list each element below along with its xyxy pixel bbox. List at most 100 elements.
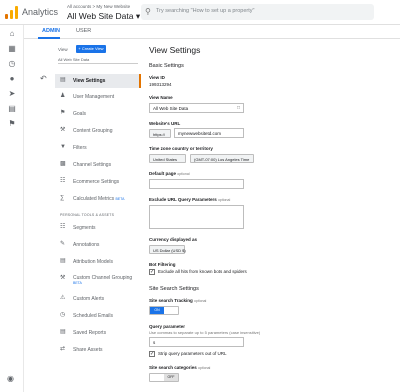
- nav-item-custom-alerts[interactable]: ⚠ Custom Alerts: [55, 292, 141, 306]
- clock-icon: ◷: [60, 312, 66, 318]
- nav-item-filters[interactable]: ▼ Filters: [55, 141, 141, 155]
- breadcrumb[interactable]: All accounts > My New Website: [67, 4, 130, 9]
- query-parameter-input[interactable]: s: [149, 337, 244, 347]
- view-name-input[interactable]: All Web Site Data □: [149, 103, 244, 113]
- nav-label: Filters: [73, 145, 87, 151]
- optional-tag: optional: [217, 198, 231, 202]
- protocol-select[interactable]: https://: [149, 129, 171, 138]
- site-search-tracking-text: Site search Tracking: [149, 298, 193, 303]
- segments-icon: ☷: [60, 224, 66, 230]
- nav-item-share-assets[interactable]: ⇄ Share Assets: [55, 343, 141, 357]
- country-select[interactable]: United States: [149, 154, 186, 163]
- website-url-label: Website's URL: [149, 121, 181, 126]
- bars-icon: ▤: [60, 258, 66, 264]
- flag-icon: ⚑: [60, 110, 66, 116]
- tools-icon: ⚒: [60, 127, 66, 133]
- create-view-button[interactable]: + Create View: [76, 45, 106, 53]
- optional-tag: optional: [177, 172, 190, 176]
- currency-value: US Dollar (USD $): [153, 248, 186, 253]
- nav-item-content-grouping[interactable]: ⚒ Content Grouping: [55, 124, 141, 138]
- optional-tag: optional: [198, 366, 211, 370]
- site-search-heading: Site Search Settings: [149, 286, 199, 292]
- active-tab-indicator: [38, 37, 60, 39]
- nav-item-saved-reports[interactable]: ▤ Saved Reports: [55, 326, 141, 340]
- nav-label: Custom Alerts: [73, 296, 105, 302]
- strip-params-checkbox[interactable]: ✓: [149, 351, 155, 357]
- nav-item-attribution-models[interactable]: ▤ Attribution Models: [55, 255, 141, 269]
- default-page-label: Default page optional: [149, 171, 190, 176]
- realtime-icon[interactable]: ◷: [7, 59, 17, 69]
- nav-label: Scheduled Emails: [73, 313, 114, 319]
- site-search-categories-toggle[interactable]: OFF: [149, 373, 179, 382]
- left-rail: ⌂ ▦ ◷ ● ➤ ▤ ⚑: [0, 25, 24, 392]
- nav-label: View Settings: [73, 78, 106, 84]
- view-name-label: View Name: [149, 95, 173, 100]
- view-settings-panel: View Settings Basic Settings View ID 199…: [147, 40, 400, 392]
- nav-item-annotations[interactable]: ✎ Annotations: [55, 238, 141, 252]
- share-icon: ⇄: [60, 346, 66, 352]
- top-bar: Analytics All accounts > My New Website …: [0, 0, 400, 25]
- site-search-tracking-toggle[interactable]: ON: [149, 306, 179, 315]
- back-arrow-icon[interactable]: ↶: [40, 74, 52, 83]
- website-url-value: mynewwebsitetd.com: [178, 131, 222, 136]
- analytics-logo-icon[interactable]: [5, 6, 19, 19]
- beta-badge: BETA: [73, 281, 82, 285]
- nav-item-scheduled-emails[interactable]: ◷ Scheduled Emails: [55, 309, 141, 323]
- users-icon: ♟: [60, 93, 66, 99]
- file-icon: ▤: [60, 77, 66, 83]
- behavior-icon[interactable]: ▤: [7, 104, 17, 114]
- bot-filter-checkbox[interactable]: ✓: [149, 269, 155, 275]
- acquisition-icon[interactable]: ➤: [7, 89, 17, 99]
- website-url-input[interactable]: mynewwebsitetd.com: [174, 128, 244, 138]
- currency-label: Currency displayed as: [149, 237, 198, 242]
- channel-icon: ▩: [60, 161, 66, 167]
- tab-user[interactable]: USER: [76, 28, 91, 34]
- search-box[interactable]: ⚲ Try searching "How to set up a propert…: [141, 4, 374, 20]
- conversions-icon[interactable]: ⚑: [7, 119, 17, 129]
- nav-item-calculated-metrics[interactable]: ∑ Calculated Metrics BETA: [55, 192, 141, 206]
- view-label: View: [58, 47, 68, 52]
- nav-item-channel-settings[interactable]: ▩ Channel Settings: [55, 158, 141, 172]
- property-selector[interactable]: All Web Site Data ▾: [67, 11, 140, 22]
- bot-filtering-label: Bot Filtering: [149, 262, 176, 267]
- default-page-input[interactable]: [149, 179, 244, 189]
- view-nav: View + Create View All Web Site Data ▤ V…: [55, 40, 141, 392]
- nav-item-segments[interactable]: ☷ Segments: [55, 221, 141, 235]
- search-placeholder: Try searching "How to set up a property": [156, 8, 255, 14]
- nav-item-view-settings[interactable]: ▤ View Settings: [55, 74, 141, 88]
- search-icon: ⚲: [145, 7, 151, 16]
- basic-settings-heading: Basic Settings: [149, 63, 184, 69]
- bot-filter-checkbox-label: Exclude all hits from known bots and spi…: [158, 269, 247, 274]
- lightbulb-icon[interactable]: ◉: [7, 374, 14, 383]
- nav-label: Calculated Metrics BETA: [73, 196, 124, 202]
- exclude-params-label: Exclude URL Query Parameters optional: [149, 197, 230, 202]
- currency-select[interactable]: US Dollar (USD $): [149, 245, 186, 254]
- nav-label-text: Calculated Metrics: [73, 196, 115, 202]
- customization-icon[interactable]: ▦: [7, 44, 17, 54]
- nav-item-user-management[interactable]: ♟ User Management: [55, 90, 141, 104]
- alert-icon: ⚠: [60, 295, 66, 301]
- view-select[interactable]: All Web Site Data: [58, 57, 138, 64]
- beta-badge: BETA: [115, 197, 125, 201]
- timezone-select[interactable]: (GMT-07:00) Los Angeles Time: [190, 154, 254, 163]
- app-name: Analytics: [22, 7, 59, 17]
- nav-label: User Management: [73, 94, 115, 100]
- nav-item-custom-channel-grouping[interactable]: ⚒ Custom Channel Grouping BETA: [55, 272, 141, 290]
- exclude-params-text: Exclude URL Query Parameters: [149, 197, 217, 202]
- site-search-categories-text: Site search categories: [149, 365, 197, 370]
- tab-admin[interactable]: ADMIN: [42, 28, 60, 34]
- home-icon[interactable]: ⌂: [7, 29, 17, 39]
- clear-icon[interactable]: □: [237, 105, 240, 111]
- exclude-params-input[interactable]: [149, 205, 244, 229]
- timezone-value: (GMT-07:00) Los Angeles Time: [194, 157, 250, 162]
- nav-item-ecommerce-settings[interactable]: ☷ Ecommerce Settings: [55, 175, 141, 189]
- nav-label: Channel Settings: [73, 162, 112, 168]
- nav-item-goals[interactable]: ⚑ Goals: [55, 107, 141, 121]
- view-name-value: All Web Site Data: [153, 106, 189, 111]
- audience-icon[interactable]: ●: [7, 74, 17, 84]
- optional-tag: optional: [194, 299, 207, 303]
- site-search-tracking-label: Site search Tracking optional: [149, 298, 206, 303]
- nav-label: Custom Channel Grouping BETA: [73, 276, 139, 286]
- view-id-value: 199313294: [149, 82, 172, 87]
- query-parameter-label: Query parameter: [149, 324, 186, 329]
